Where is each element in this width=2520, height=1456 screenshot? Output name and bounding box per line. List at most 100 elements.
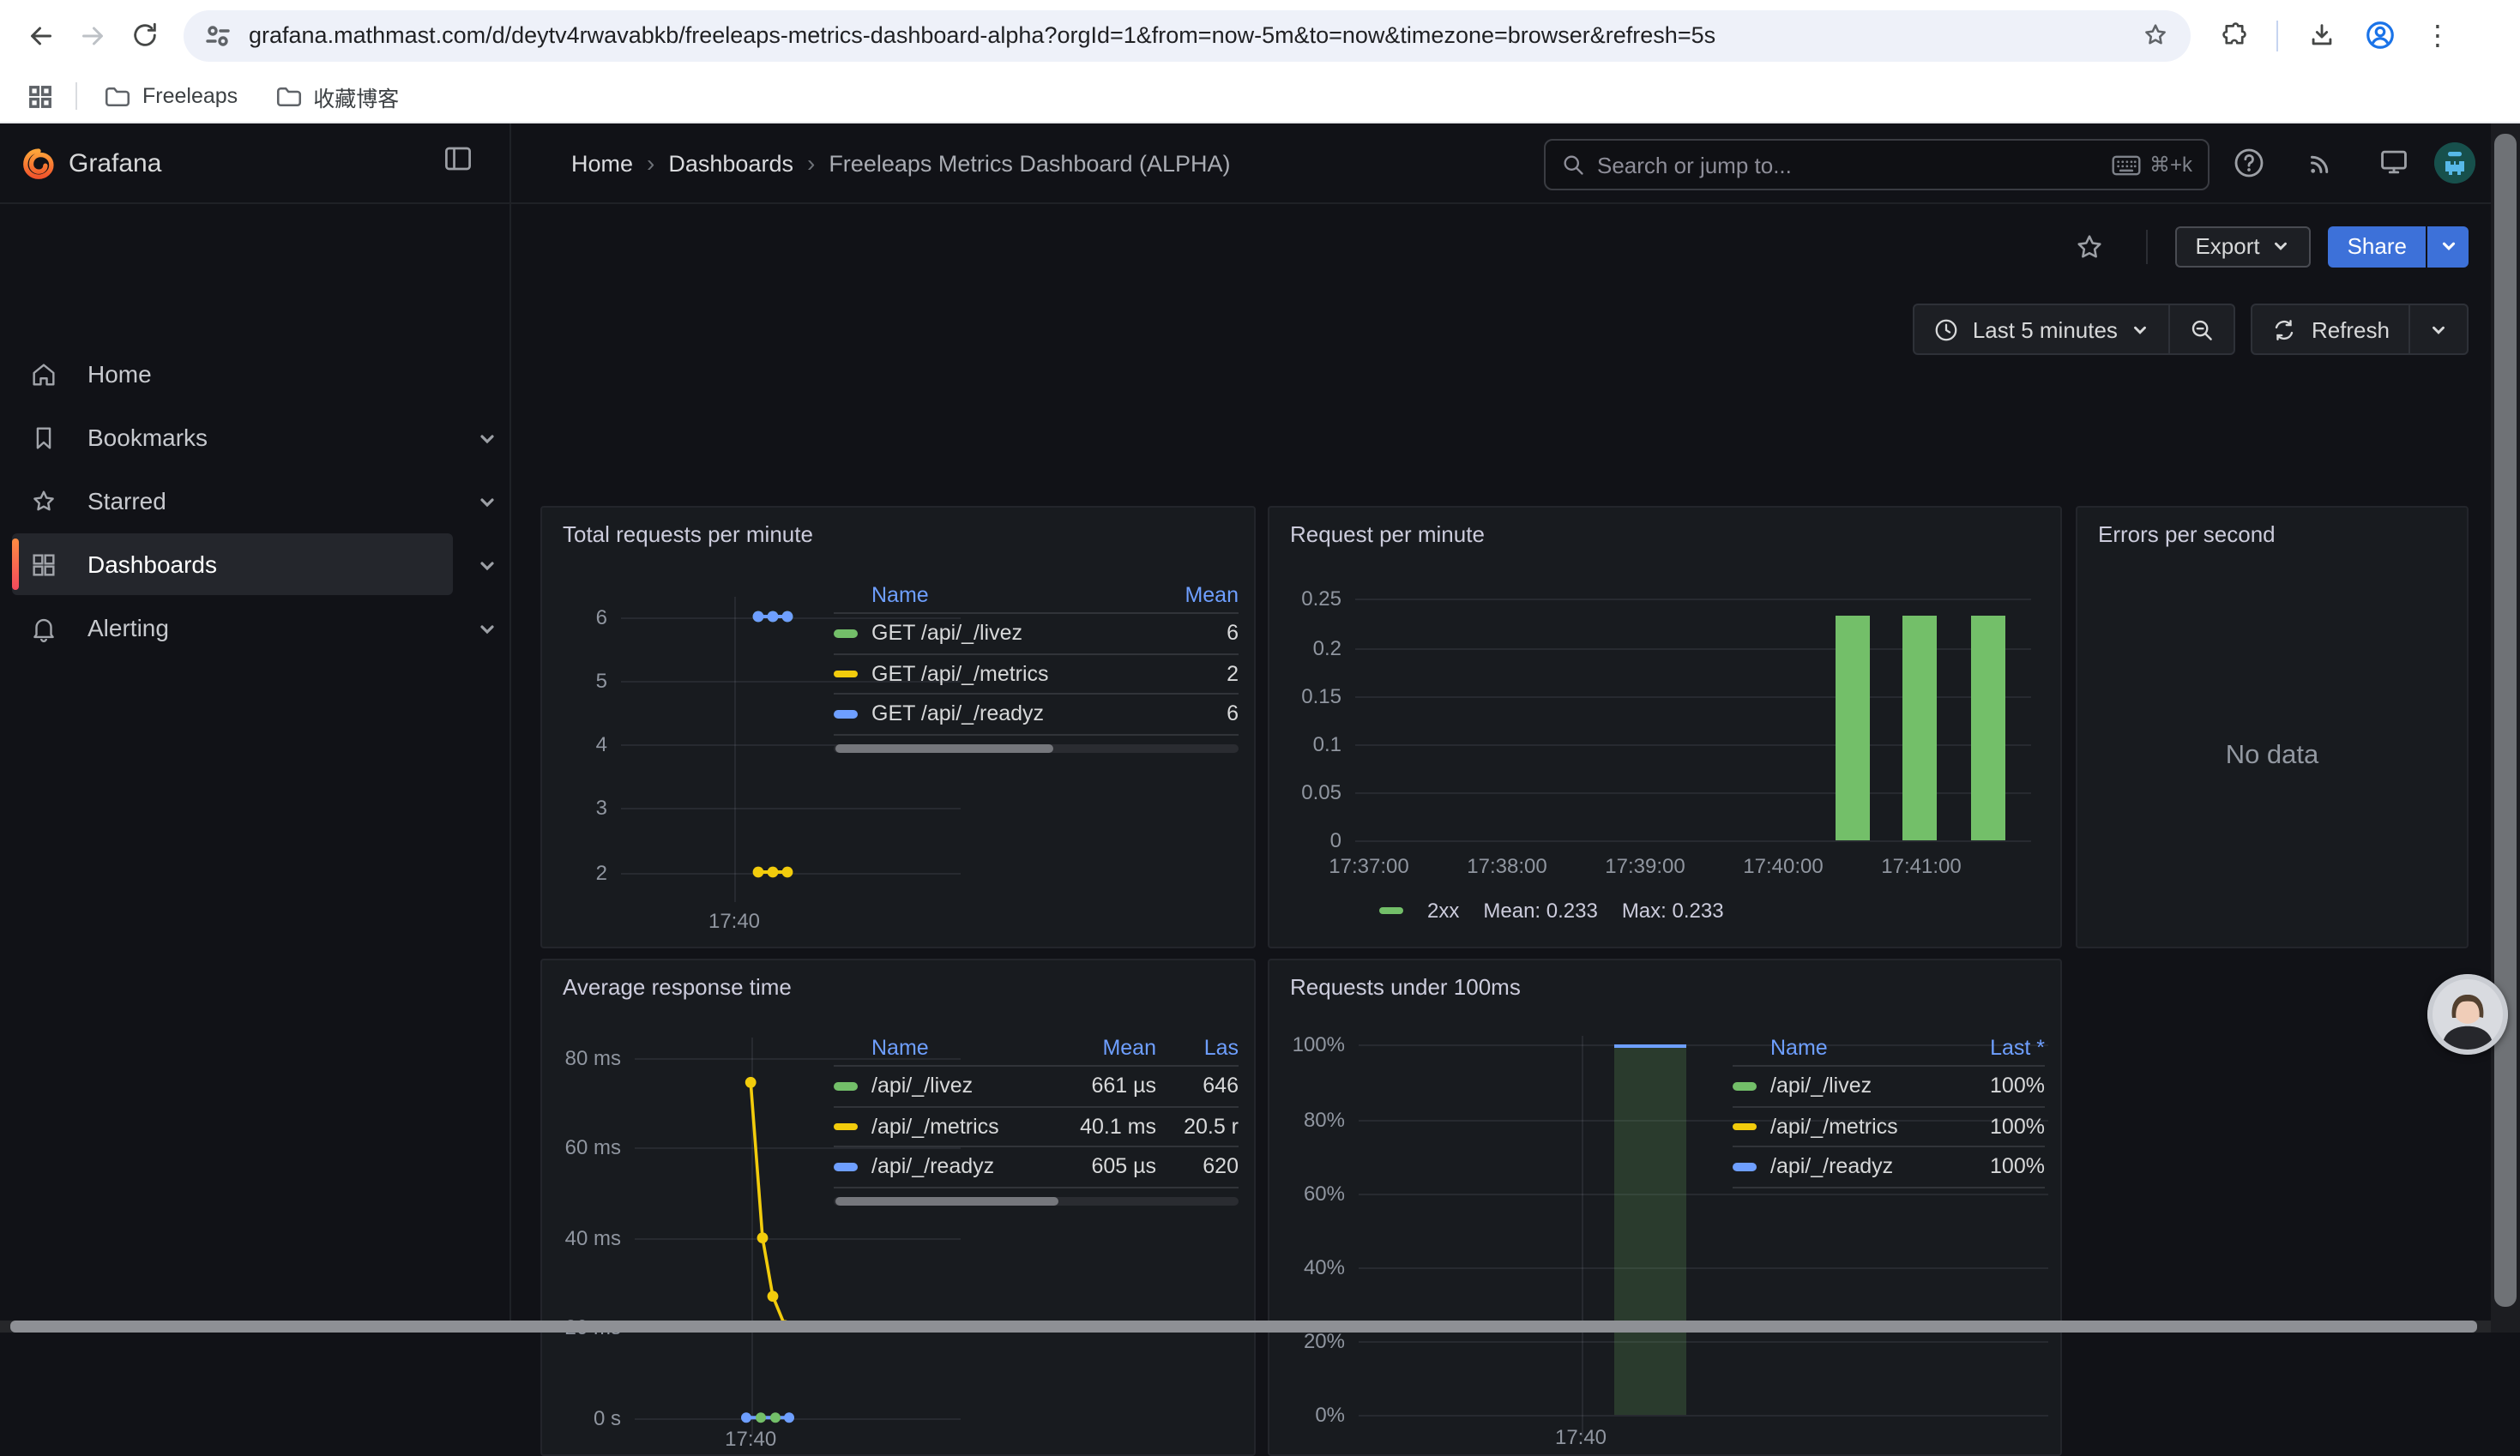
legend-row[interactable]: GET /api/_/metrics2 xyxy=(834,654,1239,695)
search-box[interactable]: ⌘+k xyxy=(1544,139,2210,190)
bookmarks-divider xyxy=(75,82,77,110)
legend-series-name[interactable]: 2xx xyxy=(1427,899,1459,923)
sidebar-item-starred[interactable]: Starred xyxy=(12,470,453,532)
share-button[interactable]: Share xyxy=(2329,226,2426,267)
breadcrumb-item[interactable]: Freeleaps Metrics Dashboard (ALPHA) xyxy=(829,150,1230,176)
series-name[interactable]: GET /api/_/readyz xyxy=(871,702,1142,726)
bookmark-item[interactable]: Freeleaps xyxy=(91,79,251,113)
gridline xyxy=(635,1238,961,1240)
legend-row[interactable]: GET /api/_/readyz6 xyxy=(834,695,1239,735)
legend-scrollbar-thumb[interactable] xyxy=(835,1196,1058,1205)
horizontal-scrollbar[interactable] xyxy=(0,1321,2491,1333)
legend-header-value[interactable]: Mean xyxy=(1142,583,1239,607)
series-name[interactable]: /api/_/livez xyxy=(871,1074,1050,1098)
bookmark-star-icon[interactable] xyxy=(2141,21,2170,50)
series-name[interactable]: /api/_/livez xyxy=(1770,1074,1956,1098)
time-picker-group: Last 5 minutes xyxy=(1913,304,2236,355)
sidebar-toggle-icon[interactable] xyxy=(444,146,472,180)
grafana-logo-icon[interactable] xyxy=(22,147,55,179)
legend-row[interactable]: /api/_/livez100% xyxy=(1733,1067,2045,1107)
chevron-down-icon[interactable] xyxy=(477,617,497,638)
legend-row[interactable]: /api/_/readyz100% xyxy=(1733,1147,2045,1188)
back-icon[interactable] xyxy=(15,9,67,61)
home-icon xyxy=(29,359,58,388)
series-name[interactable]: /api/_/readyz xyxy=(1770,1155,1956,1179)
sidebar-item-label: Home xyxy=(87,360,152,388)
legend-row[interactable]: /api/_/metrics40.1 ms20.5 r xyxy=(834,1107,1239,1147)
series-name[interactable]: GET /api/_/livez xyxy=(871,622,1142,646)
user-avatar[interactable] xyxy=(2434,142,2475,184)
legend-header-value[interactable]: Last * xyxy=(1956,1036,2045,1060)
x-axis-tick: 17:40 xyxy=(708,909,760,933)
legend-header-name[interactable]: Name xyxy=(871,1036,1050,1060)
series-value: 100% xyxy=(1956,1115,2045,1139)
legend-row[interactable]: /api/_/readyz605 µs620 xyxy=(834,1147,1239,1188)
legend-scrollbar[interactable] xyxy=(834,743,1239,752)
series-name[interactable]: /api/_/metrics xyxy=(1770,1115,1956,1139)
share-menu-button[interactable] xyxy=(2427,226,2469,267)
series-color-pill xyxy=(834,710,858,718)
chevron-down-icon xyxy=(2439,237,2457,256)
series-name[interactable]: /api/_/metrics xyxy=(871,1115,1050,1139)
y-axis-tick: 80% xyxy=(1269,1107,1345,1131)
apps-grid-icon[interactable] xyxy=(17,74,62,118)
y-axis-tick: 0% xyxy=(1269,1403,1345,1427)
bookmark-icon xyxy=(29,423,58,452)
y-axis-tick: 0 s xyxy=(542,1405,621,1429)
series-name[interactable]: /api/_/readyz xyxy=(871,1155,1050,1179)
breadcrumb-item[interactable]: Home xyxy=(571,150,633,176)
legend-row[interactable]: /api/_/metrics100% xyxy=(1733,1107,2045,1147)
kiosk-monitor-icon[interactable] xyxy=(2378,146,2410,187)
time-range-button[interactable]: Last 5 minutes xyxy=(1914,305,2169,353)
series-name[interactable]: GET /api/_/metrics xyxy=(871,662,1142,686)
grafana-brand-label: Grafana xyxy=(69,148,161,177)
reload-icon[interactable] xyxy=(118,9,170,61)
sidebar-item-home[interactable]: Home xyxy=(12,343,453,405)
toolbar-divider xyxy=(2276,20,2278,51)
bookmark-item[interactable]: 收藏博客 xyxy=(262,75,413,117)
breadcrumb-item[interactable]: Dashboards xyxy=(668,150,793,176)
legend-header-name[interactable]: Name xyxy=(1770,1036,1956,1060)
chevron-down-icon[interactable] xyxy=(477,427,497,448)
url-bar[interactable]: grafana.mathmast.com/d/deytv4rwavabkb/fr… xyxy=(184,9,2191,61)
legend-header-name[interactable]: Name xyxy=(871,583,1142,607)
zoom-out-button[interactable] xyxy=(2169,305,2234,353)
extensions-icon[interactable] xyxy=(2208,9,2259,61)
help-icon[interactable] xyxy=(2232,146,2266,189)
favorite-star-icon[interactable] xyxy=(2073,231,2104,262)
sidebar-item-dashboards[interactable]: Dashboards xyxy=(12,533,453,595)
downloads-icon[interactable] xyxy=(2295,9,2347,61)
browser-menu-icon[interactable]: ⋮ xyxy=(2412,9,2463,61)
news-rss-icon[interactable] xyxy=(2306,147,2336,187)
gridline xyxy=(1359,1415,2048,1417)
legend-header-value[interactable]: Las xyxy=(1156,1036,1239,1060)
refresh-interval-button[interactable] xyxy=(2408,305,2467,353)
y-axis-tick: 2 xyxy=(542,860,607,884)
series-color-pill xyxy=(1733,1082,1757,1090)
site-settings-icon[interactable] xyxy=(204,21,232,49)
refresh-button[interactable]: Refresh xyxy=(2253,305,2408,353)
sidebar-item-bookmarks[interactable]: Bookmarks xyxy=(12,406,453,468)
panel-title[interactable]: Errors per second xyxy=(2098,521,2276,547)
legend-header-value[interactable]: Mean xyxy=(1050,1036,1156,1060)
assistant-avatar[interactable] xyxy=(2427,974,2508,1055)
legend-scrollbar[interactable] xyxy=(834,1196,1239,1205)
legend-scrollbar-thumb[interactable] xyxy=(835,743,1053,752)
chevron-down-icon[interactable] xyxy=(477,554,497,575)
profile-icon[interactable] xyxy=(2354,9,2405,61)
series-color-pill xyxy=(834,1082,858,1090)
legend-row[interactable]: GET /api/_/livez6 xyxy=(834,614,1239,654)
sidebar-item-alerting[interactable]: Alerting xyxy=(12,597,453,659)
forward-icon[interactable] xyxy=(67,9,118,61)
chevron-down-icon[interactable] xyxy=(477,490,497,511)
legend-row[interactable]: /api/_/livez661 µs646 xyxy=(834,1067,1239,1107)
search-input[interactable] xyxy=(1597,152,2112,177)
vertical-scrollbar[interactable] xyxy=(2491,123,2520,1333)
series-value: 6 xyxy=(1142,622,1239,646)
series-color-pill xyxy=(834,1163,858,1170)
gridline xyxy=(621,809,961,810)
x-axis-tick: 17:37:00 xyxy=(1329,854,1408,878)
sidebar-item-label: Starred xyxy=(87,487,166,514)
export-button[interactable]: Export xyxy=(2174,226,2311,267)
y-axis-tick: 60 ms xyxy=(542,1136,621,1160)
